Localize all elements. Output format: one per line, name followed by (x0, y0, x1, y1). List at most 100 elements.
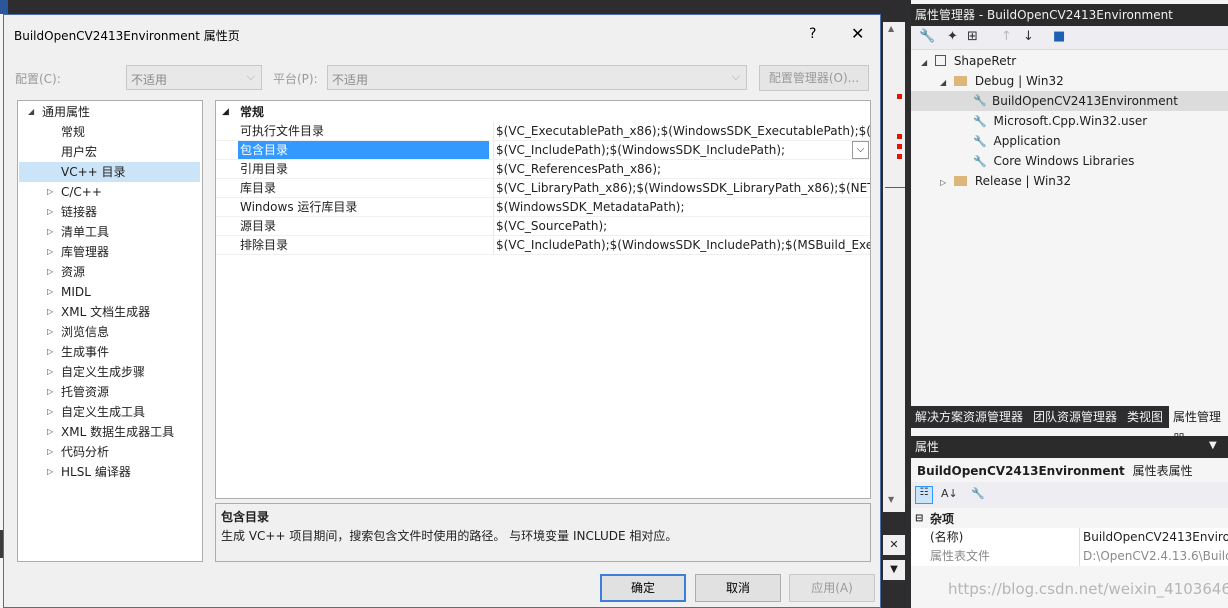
collapsed-icon[interactable]: ▷ (47, 382, 57, 402)
grid-row[interactable]: Windows 运行库目录 $(WindowsSDK_MetadataPath)… (216, 198, 870, 217)
config-manager-button[interactable]: 配置管理器(O)... (759, 65, 869, 91)
tree-item-xml-data-generator[interactable]: ▷ XML 数据生成器工具 (18, 422, 202, 442)
tree-item-release[interactable]: ▷ Release | Win32 (940, 171, 1071, 191)
tree-item-resources[interactable]: ▷ 资源 (18, 262, 202, 282)
tab-team-explorer[interactable]: 团队资源管理器 (1029, 406, 1121, 428)
tree-item-sheet[interactable]: 🔧 Core Windows Libraries (973, 151, 1134, 171)
categorized-icon[interactable]: ☷ (915, 486, 933, 504)
tree-item-project[interactable]: ◢ ShapeRetr (921, 51, 1016, 71)
editor-scrollbar[interactable]: ▲ ▼ (883, 22, 905, 512)
help-button[interactable]: ? (809, 26, 816, 42)
config-select[interactable]: 不适用 ⌵ (126, 65, 262, 90)
grid-row-value[interactable]: $(VC_ReferencesPath_x86); (493, 160, 870, 178)
grid-row-value[interactable]: $(VC_IncludePath);$(WindowsSDK_IncludePa… (493, 141, 851, 159)
close-icon[interactable]: ✕ (883, 535, 905, 555)
description-pane: 包含目录 生成 VC++ 项目期间，搜索包含文件时使用的路径。 与环境变量 IN… (215, 503, 871, 562)
tab-property-manager[interactable]: 属性管理器 (1169, 406, 1228, 446)
wrench-icon: 🔧 (973, 135, 987, 148)
grid-row-value[interactable]: $(WindowsSDK_MetadataPath); (493, 198, 870, 216)
tree-item-code-analysis[interactable]: ▷ 代码分析 (18, 442, 202, 462)
collapsed-icon[interactable]: ▷ (47, 262, 57, 282)
tree-item-common-properties[interactable]: ◢ 通用属性 (18, 102, 202, 122)
arrow-down-icon[interactable]: ↓ (1023, 29, 1034, 44)
tree-item-xml-doc-generator[interactable]: ▷ XML 文档生成器 (18, 302, 202, 322)
grid-row-selected[interactable]: 包含目录 $(VC_IncludePath);$(WindowsSDK_Incl… (216, 141, 870, 160)
ok-button[interactable]: 确定 (600, 574, 686, 602)
grid-row-value[interactable]: $(VC_ExecutablePath_x86);$(WindowsSDK_Ex… (493, 122, 870, 140)
grid-row-name: Windows 运行库目录 (240, 200, 358, 214)
grid-row[interactable]: 源目录 $(VC_SourcePath); (216, 217, 870, 236)
tree-item-browse-info[interactable]: ▷ 浏览信息 (18, 322, 202, 342)
collapsed-icon[interactable]: ▷ (940, 178, 946, 187)
tab-class-view[interactable]: 类视图 (1123, 406, 1167, 428)
scroll-up-icon[interactable]: ▲ (888, 24, 894, 33)
collapsed-icon[interactable]: ▷ (47, 422, 57, 442)
grid-row[interactable]: 可执行文件目录 $(VC_ExecutablePath_x86);$(Windo… (216, 122, 870, 141)
close-button[interactable]: ✕ (851, 24, 864, 43)
scroll-down-icon[interactable]: ▼ (888, 495, 894, 504)
chevron-down-icon[interactable]: ⌵ (852, 141, 869, 159)
tree-item-cpp[interactable]: ▷ C/C++ (18, 182, 202, 202)
prop-row[interactable]: 属性表文件 D:\OpenCV2.4.13.6\BuildOpenCV (911, 547, 1228, 566)
tree-item-general[interactable]: 常规 (18, 122, 202, 142)
wrench-icon[interactable]: 🔧 (919, 29, 935, 44)
apply-button[interactable]: 应用(A) (789, 574, 875, 602)
tree-item-librarian[interactable]: ▷ 库管理器 (18, 242, 202, 262)
tree-item-managed-resources[interactable]: ▷ 托管资源 (18, 382, 202, 402)
tree-item-manifest-tool[interactable]: ▷ 清单工具 (18, 222, 202, 242)
collapse-icon[interactable]: ⊟ (915, 510, 923, 528)
tree-item-midl[interactable]: ▷ MIDL (18, 282, 202, 302)
collapsed-icon[interactable]: ▷ (47, 202, 57, 222)
prop-row[interactable]: (名称) BuildOpenCV2413Environment (911, 528, 1228, 547)
chevron-down-icon[interactable]: ▼ (883, 560, 905, 580)
collapsed-icon[interactable]: ▷ (47, 242, 57, 262)
collapsed-icon[interactable]: ▷ (47, 442, 57, 462)
tree-item-build-events[interactable]: ▷ 生成事件 (18, 342, 202, 362)
tree-item-vc-directories[interactable]: VC++ 目录 (19, 162, 200, 182)
wrench-icon[interactable]: 🔧 (971, 487, 985, 500)
tree-item-custom-build-tool[interactable]: ▷ 自定义生成工具 (18, 402, 202, 422)
grid-row[interactable]: 引用目录 $(VC_ReferencesPath_x86); (216, 160, 870, 179)
expanded-icon[interactable]: ◢ (28, 102, 38, 122)
alphabetical-icon[interactable]: A↓ (941, 487, 958, 500)
grid-row-value[interactable]: $(VC_IncludePath);$(WindowsSDK_IncludePa… (493, 236, 870, 254)
add-existing-sheet-icon[interactable]: ⊞ (967, 29, 978, 44)
collapsed-icon[interactable]: ▷ (47, 402, 57, 422)
tree-item-user-macros[interactable]: 用户宏 (18, 142, 202, 162)
collapsed-icon[interactable]: ▷ (47, 182, 57, 202)
tree-item-linker[interactable]: ▷ 链接器 (18, 202, 202, 222)
tree-item-hlsl-compiler[interactable]: ▷ HLSL 编译器 (18, 462, 202, 482)
expanded-icon[interactable]: ◢ (940, 78, 946, 87)
collapsed-icon[interactable]: ▷ (47, 342, 57, 362)
grid-row-value[interactable]: $(VC_SourcePath); (493, 217, 870, 235)
category-header[interactable]: ⊟ 杂项 (911, 510, 1228, 528)
tab-solution-explorer[interactable]: 解决方案资源管理器 (911, 406, 1027, 428)
collapsed-icon[interactable]: ▷ (47, 302, 57, 322)
tree-item-debug[interactable]: ◢ Debug | Win32 (940, 71, 1064, 91)
watermark: https://blog.csdn.net/weixin_41036461 (948, 580, 1228, 598)
grid-row[interactable]: 排除目录 $(VC_IncludePath);$(WindowsSDK_Incl… (216, 236, 870, 255)
folder-icon (953, 176, 967, 186)
properties-toolbar: ☷ A↓ 🔧 (911, 482, 1228, 508)
save-icon[interactable]: ■ (1053, 29, 1065, 44)
collapsed-icon[interactable]: ▷ (47, 282, 57, 302)
wrench-icon: 🔧 (973, 115, 987, 128)
collapsed-icon[interactable]: ▷ (47, 222, 57, 242)
expanded-icon[interactable]: ◢ (921, 58, 927, 67)
platform-select[interactable]: 不适用 ⌵ (327, 65, 747, 90)
collapsed-icon[interactable]: ▷ (47, 362, 57, 382)
tree-item-sheet[interactable]: 🔧 Application (973, 131, 1061, 151)
collapsed-icon[interactable]: ▷ (47, 462, 57, 482)
panel-tabs: 解决方案资源管理器 团队资源管理器 类视图 属性管理器 (911, 406, 1228, 446)
cancel-button[interactable]: 取消 (695, 574, 781, 602)
tree-item-custom-build-step[interactable]: ▷ 自定义生成步骤 (18, 362, 202, 382)
grid-row[interactable]: 库目录 $(VC_LibraryPath_x86);$(WindowsSDK_L… (216, 179, 870, 198)
collapsed-icon[interactable]: ▷ (47, 322, 57, 342)
chevron-down-icon[interactable]: ▼ (1209, 440, 1217, 451)
grid-row-value[interactable]: $(VC_LibraryPath_x86);$(WindowsSDK_Libra… (493, 179, 870, 197)
tree-item-selected-sheet[interactable]: 🔧 BuildOpenCV2413Environment (911, 91, 1228, 111)
add-new-sheet-icon[interactable]: ✦ (947, 29, 958, 44)
arrow-up-icon[interactable]: ↑ (1001, 29, 1012, 44)
tree-item-sheet[interactable]: 🔧 Microsoft.Cpp.Win32.user (973, 111, 1147, 131)
collapse-icon[interactable]: ◢ (222, 103, 229, 121)
